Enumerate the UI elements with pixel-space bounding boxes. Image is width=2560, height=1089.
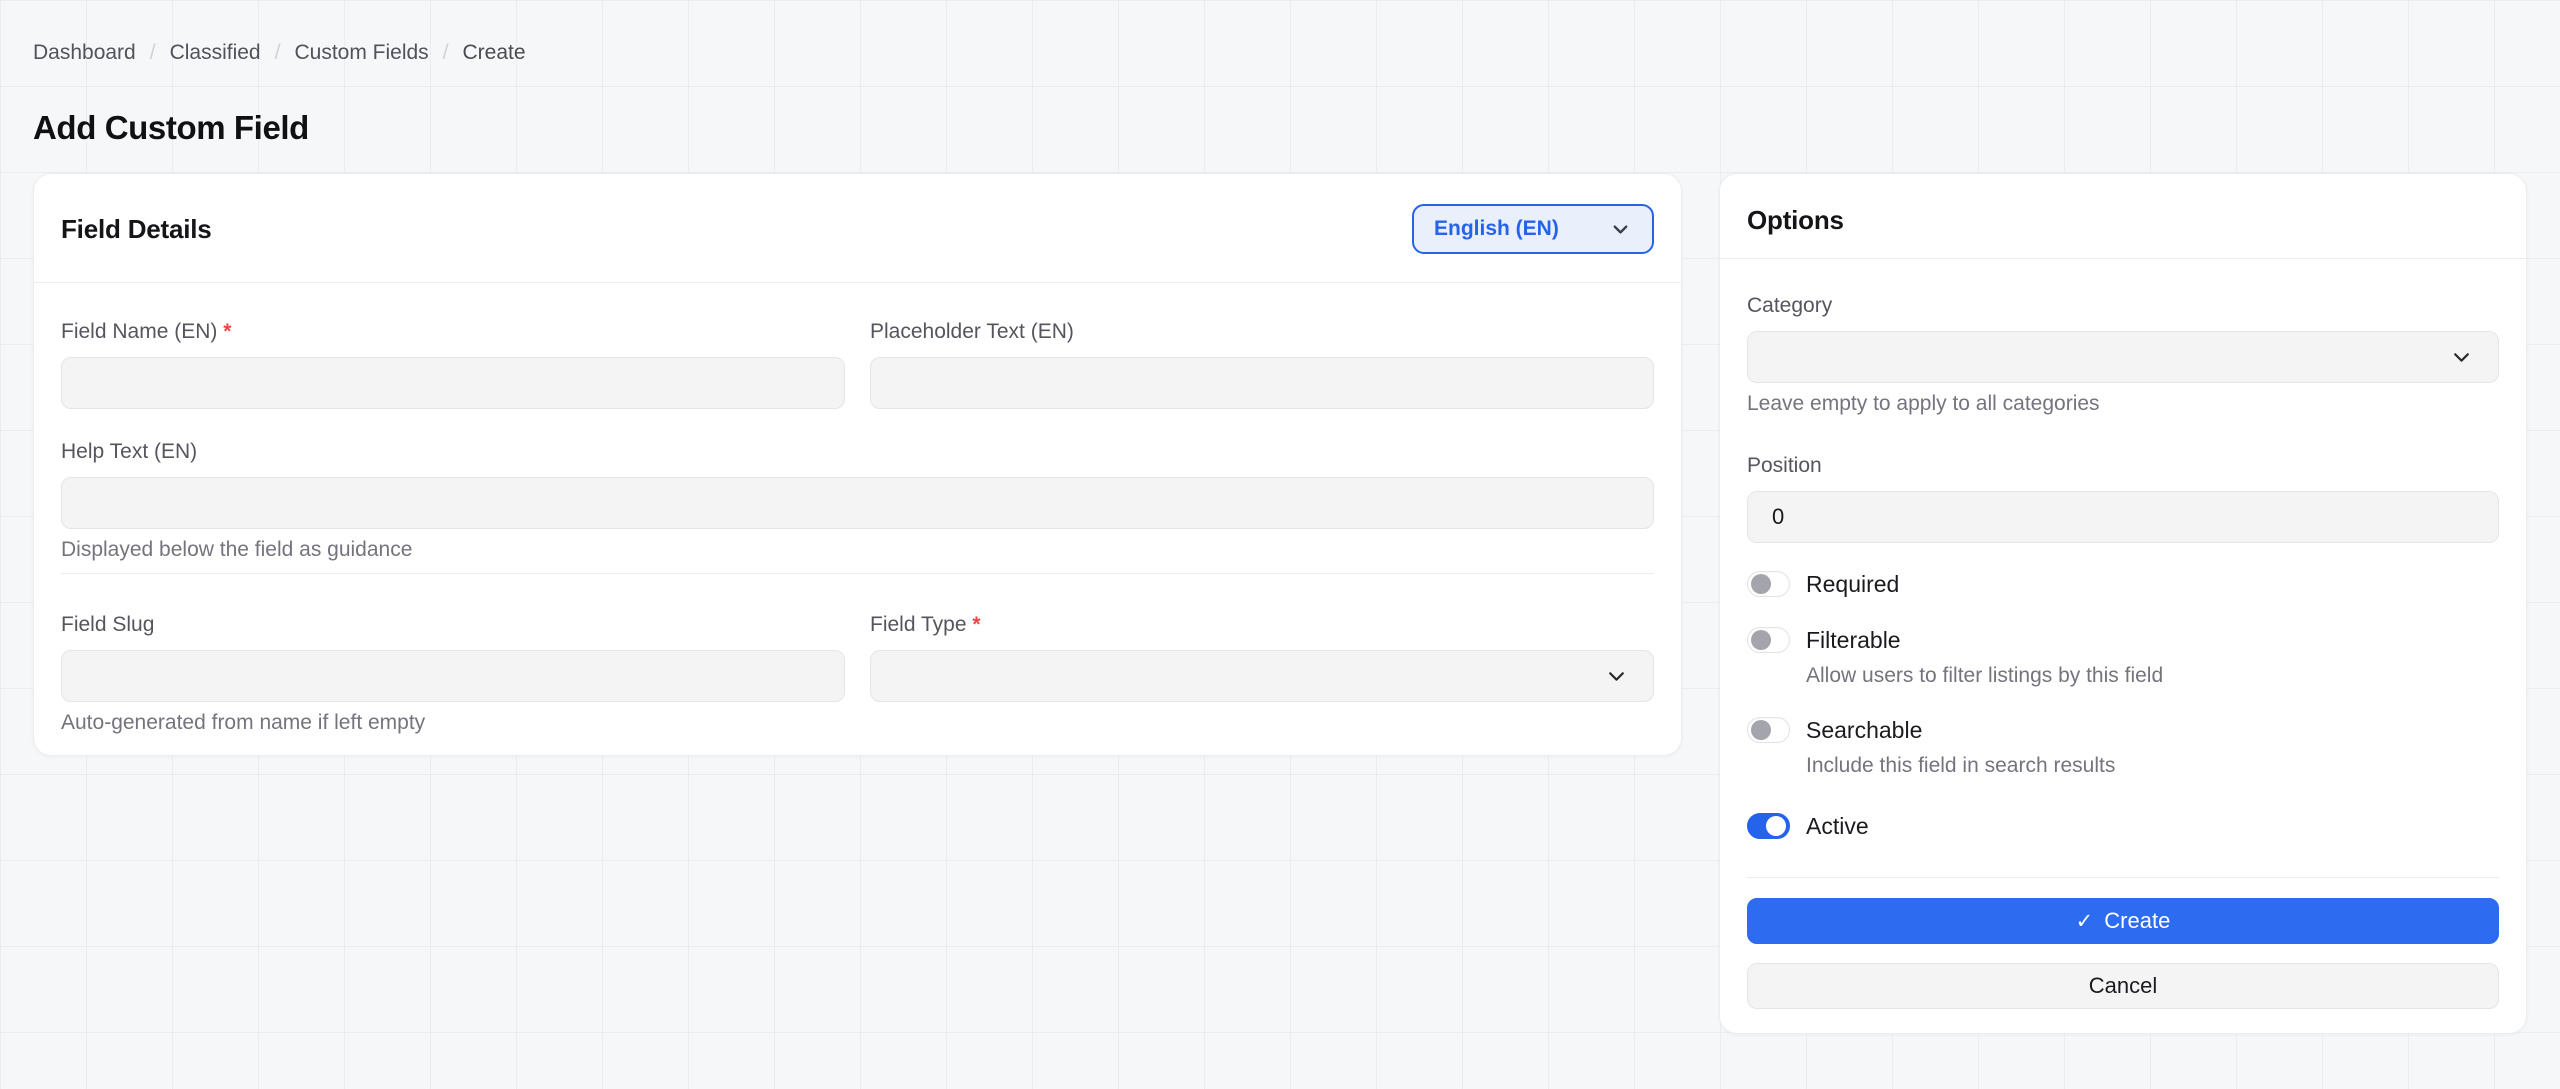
required-asterisk: * bbox=[972, 613, 980, 636]
chevron-down-icon bbox=[1609, 218, 1632, 241]
searchable-toggle-label[interactable]: Searchable bbox=[1806, 717, 1922, 743]
filterable-toggle-label[interactable]: Filterable bbox=[1806, 627, 1901, 653]
help-text-input[interactable] bbox=[61, 477, 1654, 529]
active-toggle-row: Active bbox=[1747, 813, 2499, 839]
section-divider bbox=[61, 573, 1654, 574]
searchable-hint: Include this field in search results bbox=[1806, 753, 2499, 779]
filterable-hint: Allow users to filter listings by this f… bbox=[1806, 663, 2499, 689]
position-input[interactable] bbox=[1747, 491, 2499, 543]
filterable-toggle-row: Filterable bbox=[1747, 627, 2499, 653]
breadcrumb-item-create: Create bbox=[463, 42, 526, 64]
help-text-label: Help Text (EN) bbox=[61, 439, 1654, 465]
check-icon: ✓ bbox=[2076, 911, 2094, 932]
page: Dashboard / Classified / Custom Fields /… bbox=[0, 0, 2560, 1034]
category-group: Category Leave empty to apply to all cat… bbox=[1747, 293, 2499, 417]
required-toggle[interactable] bbox=[1747, 571, 1790, 597]
options-header: Options bbox=[1720, 174, 2526, 258]
chevron-down-icon bbox=[2449, 345, 2474, 370]
filterable-toggle[interactable] bbox=[1747, 627, 1790, 653]
field-details-card: Field Details English (EN) Field Name (E… bbox=[33, 173, 1682, 756]
required-asterisk: * bbox=[223, 320, 231, 343]
toggle-knob bbox=[1751, 574, 1771, 594]
field-name-label-text: Field Name (EN) bbox=[61, 320, 217, 343]
category-label: Category bbox=[1747, 293, 2499, 319]
cancel-button-label: Cancel bbox=[2089, 973, 2157, 999]
toggle-knob bbox=[1766, 816, 1786, 836]
field-type-select[interactable] bbox=[870, 650, 1654, 702]
field-name-group: Field Name (EN) * bbox=[61, 319, 845, 409]
breadcrumb-separator: / bbox=[443, 42, 449, 64]
active-toggle[interactable] bbox=[1747, 813, 1790, 839]
field-name-input[interactable] bbox=[61, 357, 845, 409]
breadcrumb-item-custom-fields[interactable]: Custom Fields bbox=[294, 42, 428, 64]
position-group: Position bbox=[1747, 453, 2499, 543]
category-hint: Leave empty to apply to all categories bbox=[1747, 391, 2499, 417]
language-selector-button[interactable]: English (EN) bbox=[1412, 204, 1654, 254]
placeholder-text-label: Placeholder Text (EN) bbox=[870, 319, 1654, 345]
options-title: Options bbox=[1747, 204, 1844, 236]
breadcrumb-separator: / bbox=[275, 42, 281, 64]
required-toggle-label[interactable]: Required bbox=[1806, 571, 1899, 597]
breadcrumb-separator: / bbox=[150, 42, 156, 64]
create-button[interactable]: ✓ Create bbox=[1747, 898, 2499, 944]
breadcrumb-item-dashboard[interactable]: Dashboard bbox=[33, 42, 136, 64]
placeholder-text-input[interactable] bbox=[870, 357, 1654, 409]
field-name-label: Field Name (EN) * bbox=[61, 319, 845, 345]
chevron-down-icon bbox=[1604, 664, 1629, 689]
field-details-header: Field Details English (EN) bbox=[34, 174, 1681, 282]
field-slug-hint: Auto-generated from name if left empty bbox=[61, 710, 845, 736]
options-card: Options Category Leave empty to apply to… bbox=[1719, 173, 2527, 1034]
cancel-button[interactable]: Cancel bbox=[1747, 963, 2499, 1009]
field-slug-group: Field Slug Auto-generated from name if l… bbox=[61, 612, 845, 736]
create-button-label: Create bbox=[2104, 908, 2170, 934]
page-title: Add Custom Field bbox=[33, 108, 2527, 148]
placeholder-text-group: Placeholder Text (EN) bbox=[870, 319, 1654, 409]
field-type-label-text: Field Type bbox=[870, 613, 967, 636]
toggle-knob bbox=[1751, 630, 1771, 650]
breadcrumb-item-classified[interactable]: Classified bbox=[170, 42, 261, 64]
help-text-group: Help Text (EN) Displayed below the field… bbox=[61, 439, 1654, 563]
searchable-toggle-row: Searchable bbox=[1747, 717, 2499, 743]
field-slug-input[interactable] bbox=[61, 650, 845, 702]
searchable-toggle[interactable] bbox=[1747, 717, 1790, 743]
field-slug-label: Field Slug bbox=[61, 612, 845, 638]
required-toggle-row: Required bbox=[1747, 571, 2499, 597]
active-toggle-label[interactable]: Active bbox=[1806, 813, 1869, 839]
field-type-group: Field Type * bbox=[870, 612, 1654, 736]
breadcrumb: Dashboard / Classified / Custom Fields /… bbox=[33, 42, 2527, 64]
toggle-knob bbox=[1751, 720, 1771, 740]
category-select[interactable] bbox=[1747, 331, 2499, 383]
field-type-label: Field Type * bbox=[870, 612, 1654, 638]
help-text-hint: Displayed below the field as guidance bbox=[61, 537, 1654, 563]
field-details-title: Field Details bbox=[61, 213, 212, 245]
language-selector-label: English (EN) bbox=[1434, 217, 1559, 241]
position-label: Position bbox=[1747, 453, 2499, 479]
footer-divider bbox=[1747, 877, 2499, 878]
